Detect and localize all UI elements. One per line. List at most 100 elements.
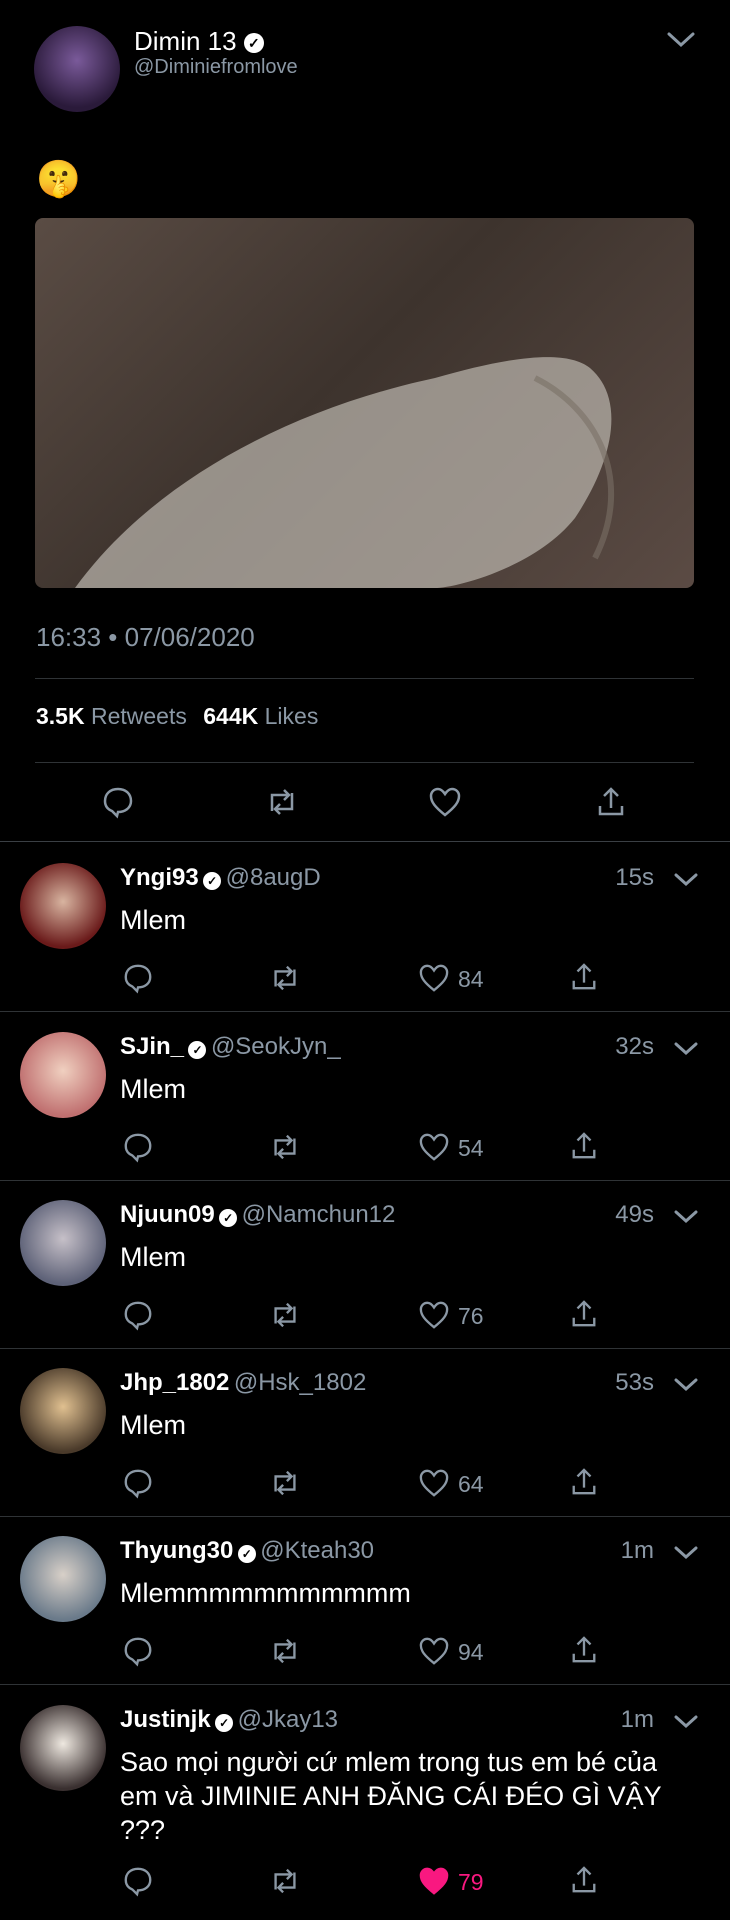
chevron-down-icon[interactable] — [674, 1041, 698, 1057]
reply-time: 49s — [615, 1201, 654, 1228]
share-icon[interactable] — [570, 962, 598, 992]
like-count: 84 — [458, 966, 484, 992]
like-count: 76 — [458, 1303, 484, 1329]
author-name-row: Dimin 13 ✓ — [134, 26, 264, 57]
chevron-down-icon[interactable] — [674, 1714, 698, 1730]
reply-author-handle[interactable]: @Kteah30 — [260, 1537, 374, 1564]
heart-icon[interactable] — [418, 1300, 450, 1330]
retweet-icon[interactable] — [268, 1865, 302, 1897]
verified-icon: ✓ — [243, 33, 264, 54]
reply-author-name[interactable]: Yngi93 — [120, 864, 199, 891]
reply-author-handle[interactable]: @Jkay13 — [238, 1706, 338, 1733]
reply-icon[interactable] — [122, 962, 154, 994]
reply-icon[interactable] — [122, 1467, 154, 1499]
reply-icon[interactable] — [122, 1865, 154, 1897]
reply-icon[interactable] — [101, 785, 135, 819]
heart-icon[interactable] — [428, 786, 462, 818]
share-icon[interactable] — [570, 1635, 598, 1665]
retweets-label: Retweets — [90, 703, 187, 729]
retweet-icon[interactable] — [268, 1635, 302, 1667]
reply-avatar[interactable] — [20, 1705, 106, 1791]
reply-text: Mlem — [120, 1242, 186, 1272]
share-icon[interactable] — [596, 786, 626, 818]
reply-item[interactable]: Jhp_1802 @Hsk_1802 53s Mlem 64 — [0, 1355, 730, 1523]
reply-text: Mlem — [120, 1074, 186, 1104]
reply-avatar[interactable] — [20, 1200, 106, 1286]
divider — [35, 678, 694, 679]
reply-author-name[interactable]: Justinjk — [120, 1706, 211, 1733]
reply-author-name[interactable]: Thyung30 — [120, 1537, 233, 1564]
retweets-stat[interactable]: 3.5K Retweets — [36, 703, 193, 729]
reply-text: Mlemmmmmmmmmmm — [120, 1578, 411, 1608]
author-name[interactable]: Dimin 13 — [134, 26, 237, 56]
reply-icon[interactable] — [122, 1131, 154, 1163]
retweets-count: 3.5K — [36, 703, 85, 729]
reply-author-handle[interactable]: @Namchun12 — [242, 1201, 396, 1228]
verified-icon: ✓ — [237, 1544, 256, 1563]
likes-label: Likes — [264, 703, 319, 729]
likes-count: 644K — [203, 703, 259, 729]
divider — [0, 1180, 730, 1181]
reply-icon[interactable] — [122, 1635, 154, 1667]
reply-avatar[interactable] — [20, 1368, 106, 1454]
reply-item[interactable]: Yngi93 ✓ @8augD 15s Mlem 84 — [0, 850, 730, 1018]
reply-avatar[interactable] — [20, 863, 106, 949]
chevron-down-icon[interactable] — [674, 872, 698, 888]
share-icon[interactable] — [570, 1865, 598, 1895]
reply-time: 1m — [620, 1537, 654, 1564]
author-avatar[interactable] — [34, 26, 120, 112]
divider — [35, 762, 694, 763]
verified-icon: ✓ — [215, 1713, 234, 1732]
likes-stat[interactable]: 644K Likes — [203, 703, 318, 729]
verified-icon: ✓ — [203, 871, 222, 890]
retweet-icon[interactable] — [268, 1131, 302, 1163]
reply-avatar[interactable] — [20, 1032, 106, 1118]
reply-author-name[interactable]: Jhp_1802 — [120, 1369, 229, 1396]
reply-author-handle[interactable]: @8augD — [226, 864, 321, 891]
divider — [0, 1516, 730, 1517]
heart-icon[interactable] — [418, 1636, 450, 1666]
reply-item[interactable]: Njuun09 ✓ @Namchun12 49s Mlem 76 — [0, 1187, 730, 1355]
reply-author-name[interactable]: SJin_ — [120, 1033, 184, 1060]
chevron-down-icon[interactable] — [666, 30, 696, 50]
reply-header: Thyung30 ✓ @Kteah30 — [120, 1537, 374, 1565]
divider — [0, 1011, 730, 1012]
reply-author-handle[interactable]: @Hsk_1802 — [234, 1369, 366, 1396]
retweet-icon[interactable] — [264, 785, 300, 819]
chevron-down-icon[interactable] — [674, 1377, 698, 1393]
chevron-down-icon[interactable] — [674, 1545, 698, 1561]
reply-header: SJin_ ✓ @SeokJyn_ — [120, 1033, 341, 1061]
reply-header: Njuun09 ✓ @Namchun12 — [120, 1201, 395, 1229]
share-icon[interactable] — [570, 1131, 598, 1161]
retweet-icon[interactable] — [268, 962, 302, 994]
reply-item[interactable]: Thyung30 ✓ @Kteah30 1m Mlemmmmmmmmmmm 94 — [0, 1523, 730, 1691]
retweet-icon[interactable] — [268, 1299, 302, 1331]
like-count: 54 — [458, 1135, 484, 1161]
reply-icon[interactable] — [122, 1299, 154, 1331]
divider — [0, 1684, 730, 1685]
author-handle[interactable]: @Diminiefromlove — [134, 56, 298, 79]
reply-header: Jhp_1802 @Hsk_1802 — [120, 1369, 366, 1397]
reply-author-handle[interactable]: @SeokJyn_ — [211, 1033, 341, 1060]
heart-icon[interactable] — [418, 1468, 450, 1498]
tweet-image[interactable] — [35, 218, 694, 588]
tweet-stats: 3.5K Retweets 644K Likes — [36, 703, 318, 730]
like-count: 94 — [458, 1639, 484, 1665]
reply-header: Yngi93 ✓ @8augD — [120, 864, 321, 892]
verified-icon: ✓ — [219, 1208, 238, 1227]
reply-item[interactable]: Justinjk ✓ @Jkay13 1m Sao mọi người cứ mle… — [0, 1692, 730, 1920]
divider — [0, 1348, 730, 1349]
reply-time: 15s — [615, 864, 654, 891]
reply-avatar[interactable] — [20, 1536, 106, 1622]
share-icon[interactable] — [570, 1299, 598, 1329]
heart-icon[interactable] — [418, 963, 450, 993]
heart-icon[interactable] — [418, 1132, 450, 1162]
like-count: 79 — [458, 1869, 484, 1895]
reply-author-name[interactable]: Njuun09 — [120, 1201, 215, 1228]
retweet-icon[interactable] — [268, 1467, 302, 1499]
share-icon[interactable] — [570, 1467, 598, 1497]
chevron-down-icon[interactable] — [674, 1209, 698, 1225]
reply-item[interactable]: SJin_ ✓ @SeokJyn_ 32s Mlem 54 — [0, 1019, 730, 1187]
tweet-timestamp: 16:33 • 07/06/2020 — [36, 622, 255, 652]
heart-icon[interactable] — [418, 1866, 450, 1896]
